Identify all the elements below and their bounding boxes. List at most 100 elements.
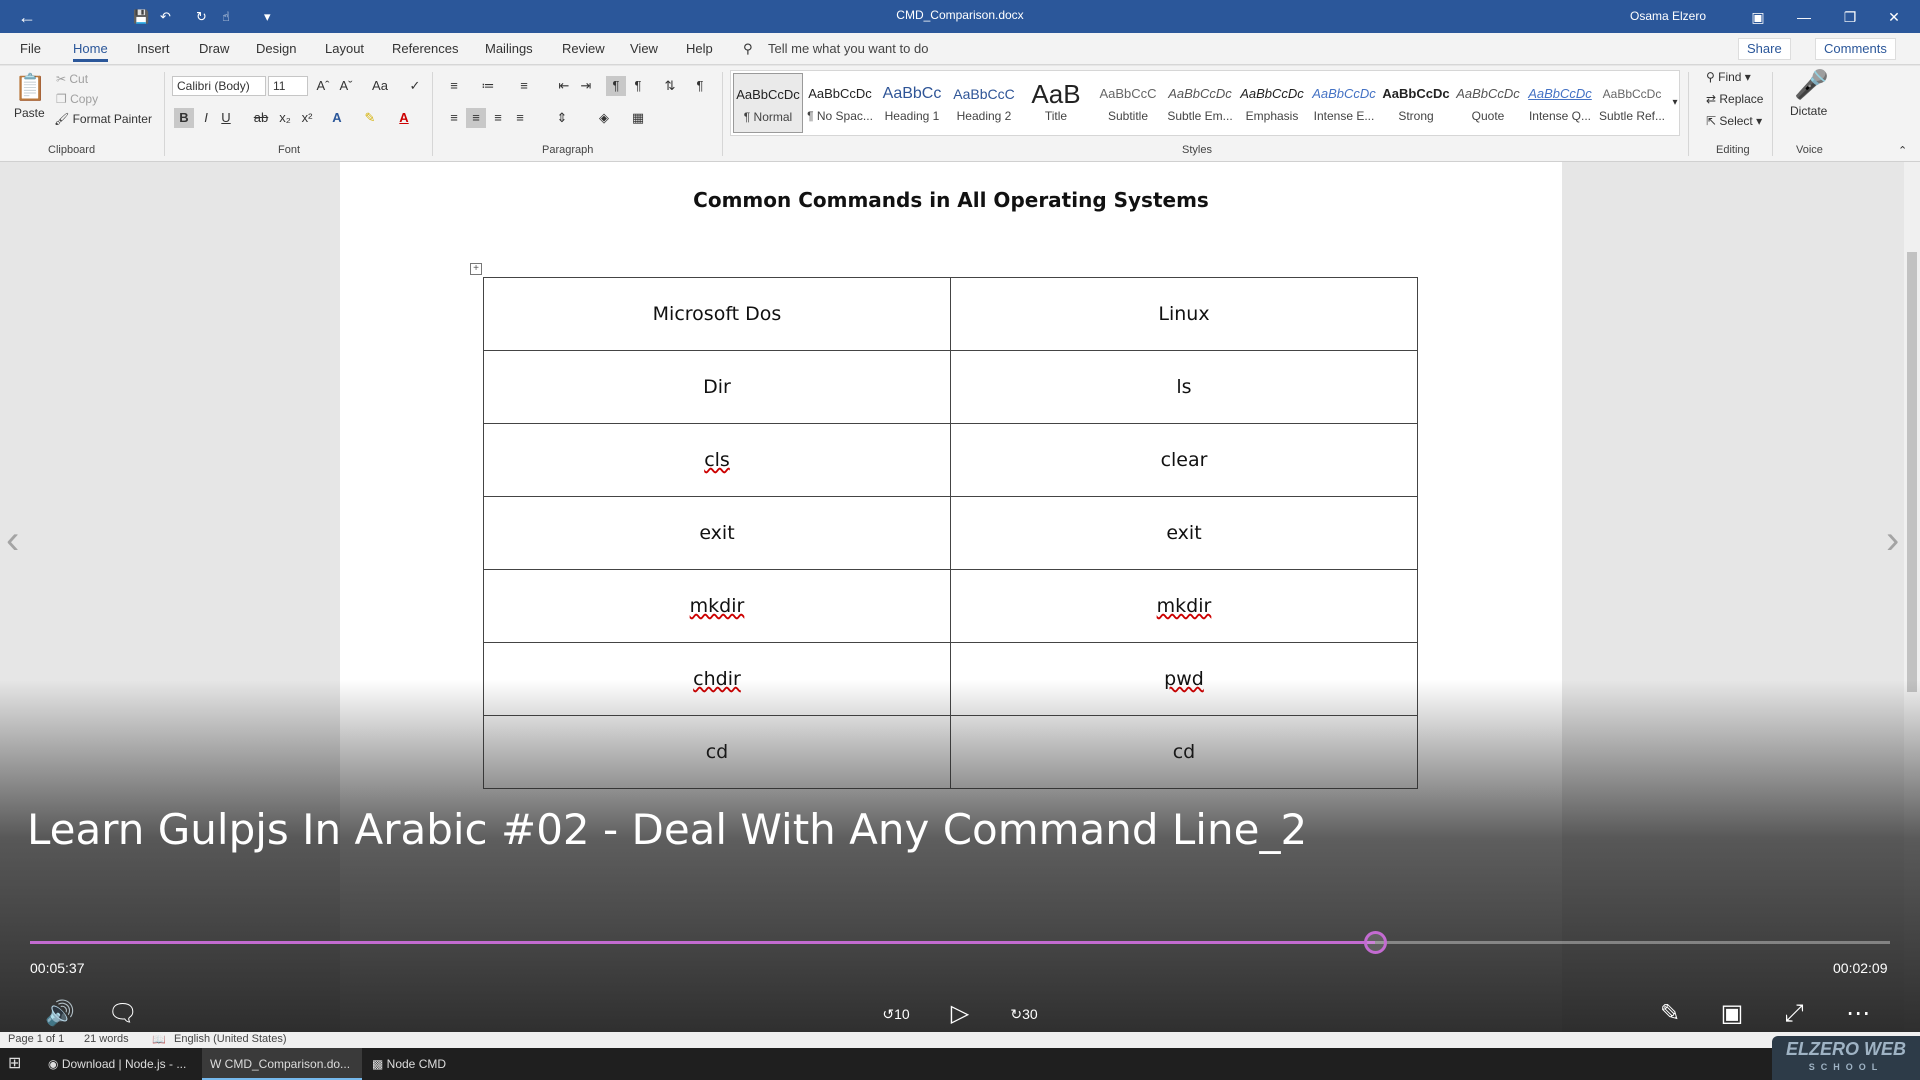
- tab-help[interactable]: Help: [686, 41, 713, 56]
- tab-home[interactable]: Home: [73, 41, 108, 62]
- table-cell[interactable]: cls: [483, 423, 951, 497]
- close-icon[interactable]: ✕: [1880, 6, 1908, 28]
- decrease-indent-icon[interactable]: ⇤: [554, 76, 574, 96]
- restore-icon[interactable]: ❐: [1836, 6, 1864, 28]
- change-case-icon[interactable]: Aa: [366, 76, 394, 96]
- paste-button[interactable]: Paste: [14, 106, 45, 120]
- microphone-icon[interactable]: 🎤: [1794, 68, 1829, 101]
- tab-layout[interactable]: Layout: [325, 41, 364, 56]
- align-left-icon[interactable]: ≡: [444, 108, 464, 128]
- increase-indent-icon[interactable]: ⇥: [576, 76, 596, 96]
- superscript-icon[interactable]: x²: [297, 108, 317, 128]
- tab-file[interactable]: File: [20, 41, 41, 56]
- style-heading-2[interactable]: AaBbCcC Heading 2: [949, 73, 1019, 133]
- show-formatting-marks-icon[interactable]: ¶: [690, 76, 710, 96]
- copy-button[interactable]: ❐ Copy: [56, 92, 98, 106]
- style-title[interactable]: AaB Title: [1021, 73, 1091, 133]
- tab-mailings[interactable]: Mailings: [485, 41, 533, 56]
- justify-icon[interactable]: ≡: [510, 108, 530, 128]
- tab-insert[interactable]: Insert: [137, 41, 170, 56]
- table-cell[interactable]: ls: [950, 350, 1418, 424]
- subscript-icon[interactable]: x₂: [275, 108, 295, 128]
- italic-icon[interactable]: I: [196, 108, 216, 128]
- previous-arrow-icon[interactable]: ‹: [6, 520, 36, 560]
- styles-more-icon[interactable]: ▾: [1669, 93, 1681, 113]
- borders-icon[interactable]: ▦: [628, 108, 648, 128]
- select-button[interactable]: ⇱ Select ▾: [1706, 114, 1762, 128]
- style-normal[interactable]: AaBbCcDc ¶ Normal: [733, 73, 803, 133]
- taskbar-item-node-cmd[interactable]: ▩ Node CMD: [364, 1048, 484, 1080]
- font-color-icon[interactable]: A: [394, 108, 414, 128]
- captions-icon[interactable]: 🗨: [103, 996, 143, 1032]
- table-cell[interactable]: mkdir: [950, 569, 1418, 643]
- style-subtle-reference[interactable]: AaBbCcDc Subtle Ref...: [1597, 73, 1667, 133]
- dictate-button[interactable]: Dictate: [1790, 104, 1827, 118]
- page-count[interactable]: Page 1 of 1: [8, 1033, 64, 1045]
- table-cell[interactable]: Microsoft Dos: [483, 277, 951, 351]
- align-center-icon[interactable]: ≡: [466, 108, 486, 128]
- collapse-ribbon-icon[interactable]: ⌃: [1898, 144, 1907, 157]
- minimize-icon[interactable]: —: [1790, 6, 1818, 28]
- table-cell[interactable]: Dir: [483, 350, 951, 424]
- shrink-font-icon[interactable]: Aˇ: [336, 76, 356, 96]
- table-cell[interactable]: mkdir: [483, 569, 951, 643]
- replace-button[interactable]: ⇄ Replace: [1706, 92, 1763, 106]
- tab-view[interactable]: View: [630, 41, 658, 56]
- style-intense-quote[interactable]: AaBbCcDc Intense Q...: [1525, 73, 1595, 133]
- bold-icon[interactable]: B: [174, 108, 194, 128]
- multilevel-list-icon[interactable]: ≡: [514, 76, 534, 96]
- word-count[interactable]: 21 words: [84, 1033, 129, 1045]
- table-cell[interactable]: Linux: [950, 277, 1418, 351]
- tab-references[interactable]: References: [392, 41, 458, 56]
- rewind-button[interactable]: ↺10: [876, 996, 916, 1032]
- progress-knob[interactable]: [1363, 931, 1387, 954]
- grow-font-icon[interactable]: Aˆ: [313, 76, 333, 96]
- find-button[interactable]: ⚲ Find ▾: [1706, 70, 1751, 84]
- taskbar-item-chrome[interactable]: ◉ Download | Node.js - ...: [40, 1048, 200, 1080]
- shading-icon[interactable]: ◈: [594, 108, 614, 128]
- forward-button[interactable]: ↻30: [1004, 996, 1044, 1032]
- font-size-select[interactable]: 11: [268, 76, 308, 96]
- strikethrough-icon[interactable]: ab: [251, 108, 271, 128]
- ltr-direction-icon[interactable]: ¶: [606, 76, 626, 96]
- play-icon[interactable]: ▷: [940, 996, 980, 1032]
- style-intense-emphasis[interactable]: AaBbCcDc Intense E...: [1309, 73, 1379, 133]
- scrollbar-thumb[interactable]: [1907, 252, 1917, 692]
- line-spacing-icon[interactable]: ⇕: [552, 108, 572, 128]
- tab-draw[interactable]: Draw: [199, 41, 229, 56]
- table-move-handle-icon[interactable]: +: [470, 263, 482, 275]
- tell-me-box[interactable]: Tell me what you want to do: [768, 41, 928, 56]
- user-name[interactable]: Osama Elzero: [1630, 9, 1706, 23]
- style-emphasis[interactable]: AaBbCcDc Emphasis: [1237, 73, 1307, 133]
- comments-button[interactable]: Comments: [1815, 38, 1896, 60]
- style-heading-1[interactable]: AaBbCc Heading 1: [877, 73, 947, 133]
- exit-fullscreen-icon[interactable]: ⤢: [1774, 996, 1814, 1032]
- start-windows-icon[interactable]: ⊞: [0, 1048, 36, 1080]
- tab-design[interactable]: Design: [256, 41, 296, 56]
- language-indicator[interactable]: English (United States): [174, 1033, 287, 1045]
- tab-review[interactable]: Review: [562, 41, 605, 56]
- share-button[interactable]: Share: [1738, 38, 1791, 60]
- proofing-icon[interactable]: 📖: [152, 1033, 166, 1046]
- sort-icon[interactable]: ⇅: [660, 76, 680, 96]
- taskbar-item-word[interactable]: W CMD_Comparison.do...: [202, 1048, 362, 1080]
- ribbon-display-options-icon[interactable]: ▣: [1744, 6, 1772, 28]
- align-right-icon[interactable]: ≡: [488, 108, 508, 128]
- volume-icon[interactable]: 🔊: [40, 996, 80, 1032]
- table-cell[interactable]: exit: [950, 496, 1418, 570]
- progress-bar[interactable]: [30, 931, 1890, 954]
- underline-icon[interactable]: U: [216, 108, 236, 128]
- style-subtle-emphasis[interactable]: AaBbCcDc Subtle Em...: [1165, 73, 1235, 133]
- font-family-select[interactable]: Calibri (Body): [172, 76, 266, 96]
- more-options-icon[interactable]: ⋯: [1838, 996, 1878, 1032]
- next-arrow-icon[interactable]: ›: [1886, 520, 1916, 560]
- mini-view-icon[interactable]: ▣: [1712, 996, 1752, 1032]
- cut-button[interactable]: ✂ Cut: [56, 72, 88, 86]
- format-painter-button[interactable]: 🖌 Format Painter: [54, 112, 152, 126]
- numbering-icon[interactable]: ≔: [478, 76, 498, 96]
- table-cell[interactable]: clear: [950, 423, 1418, 497]
- style-subtitle[interactable]: AaBbCcC Subtitle: [1093, 73, 1163, 133]
- paste-icon[interactable]: 📋: [14, 72, 46, 103]
- style-no-spacing[interactable]: AaBbCcDc ¶ No Spac...: [805, 73, 875, 133]
- style-quote[interactable]: AaBbCcDc Quote: [1453, 73, 1523, 133]
